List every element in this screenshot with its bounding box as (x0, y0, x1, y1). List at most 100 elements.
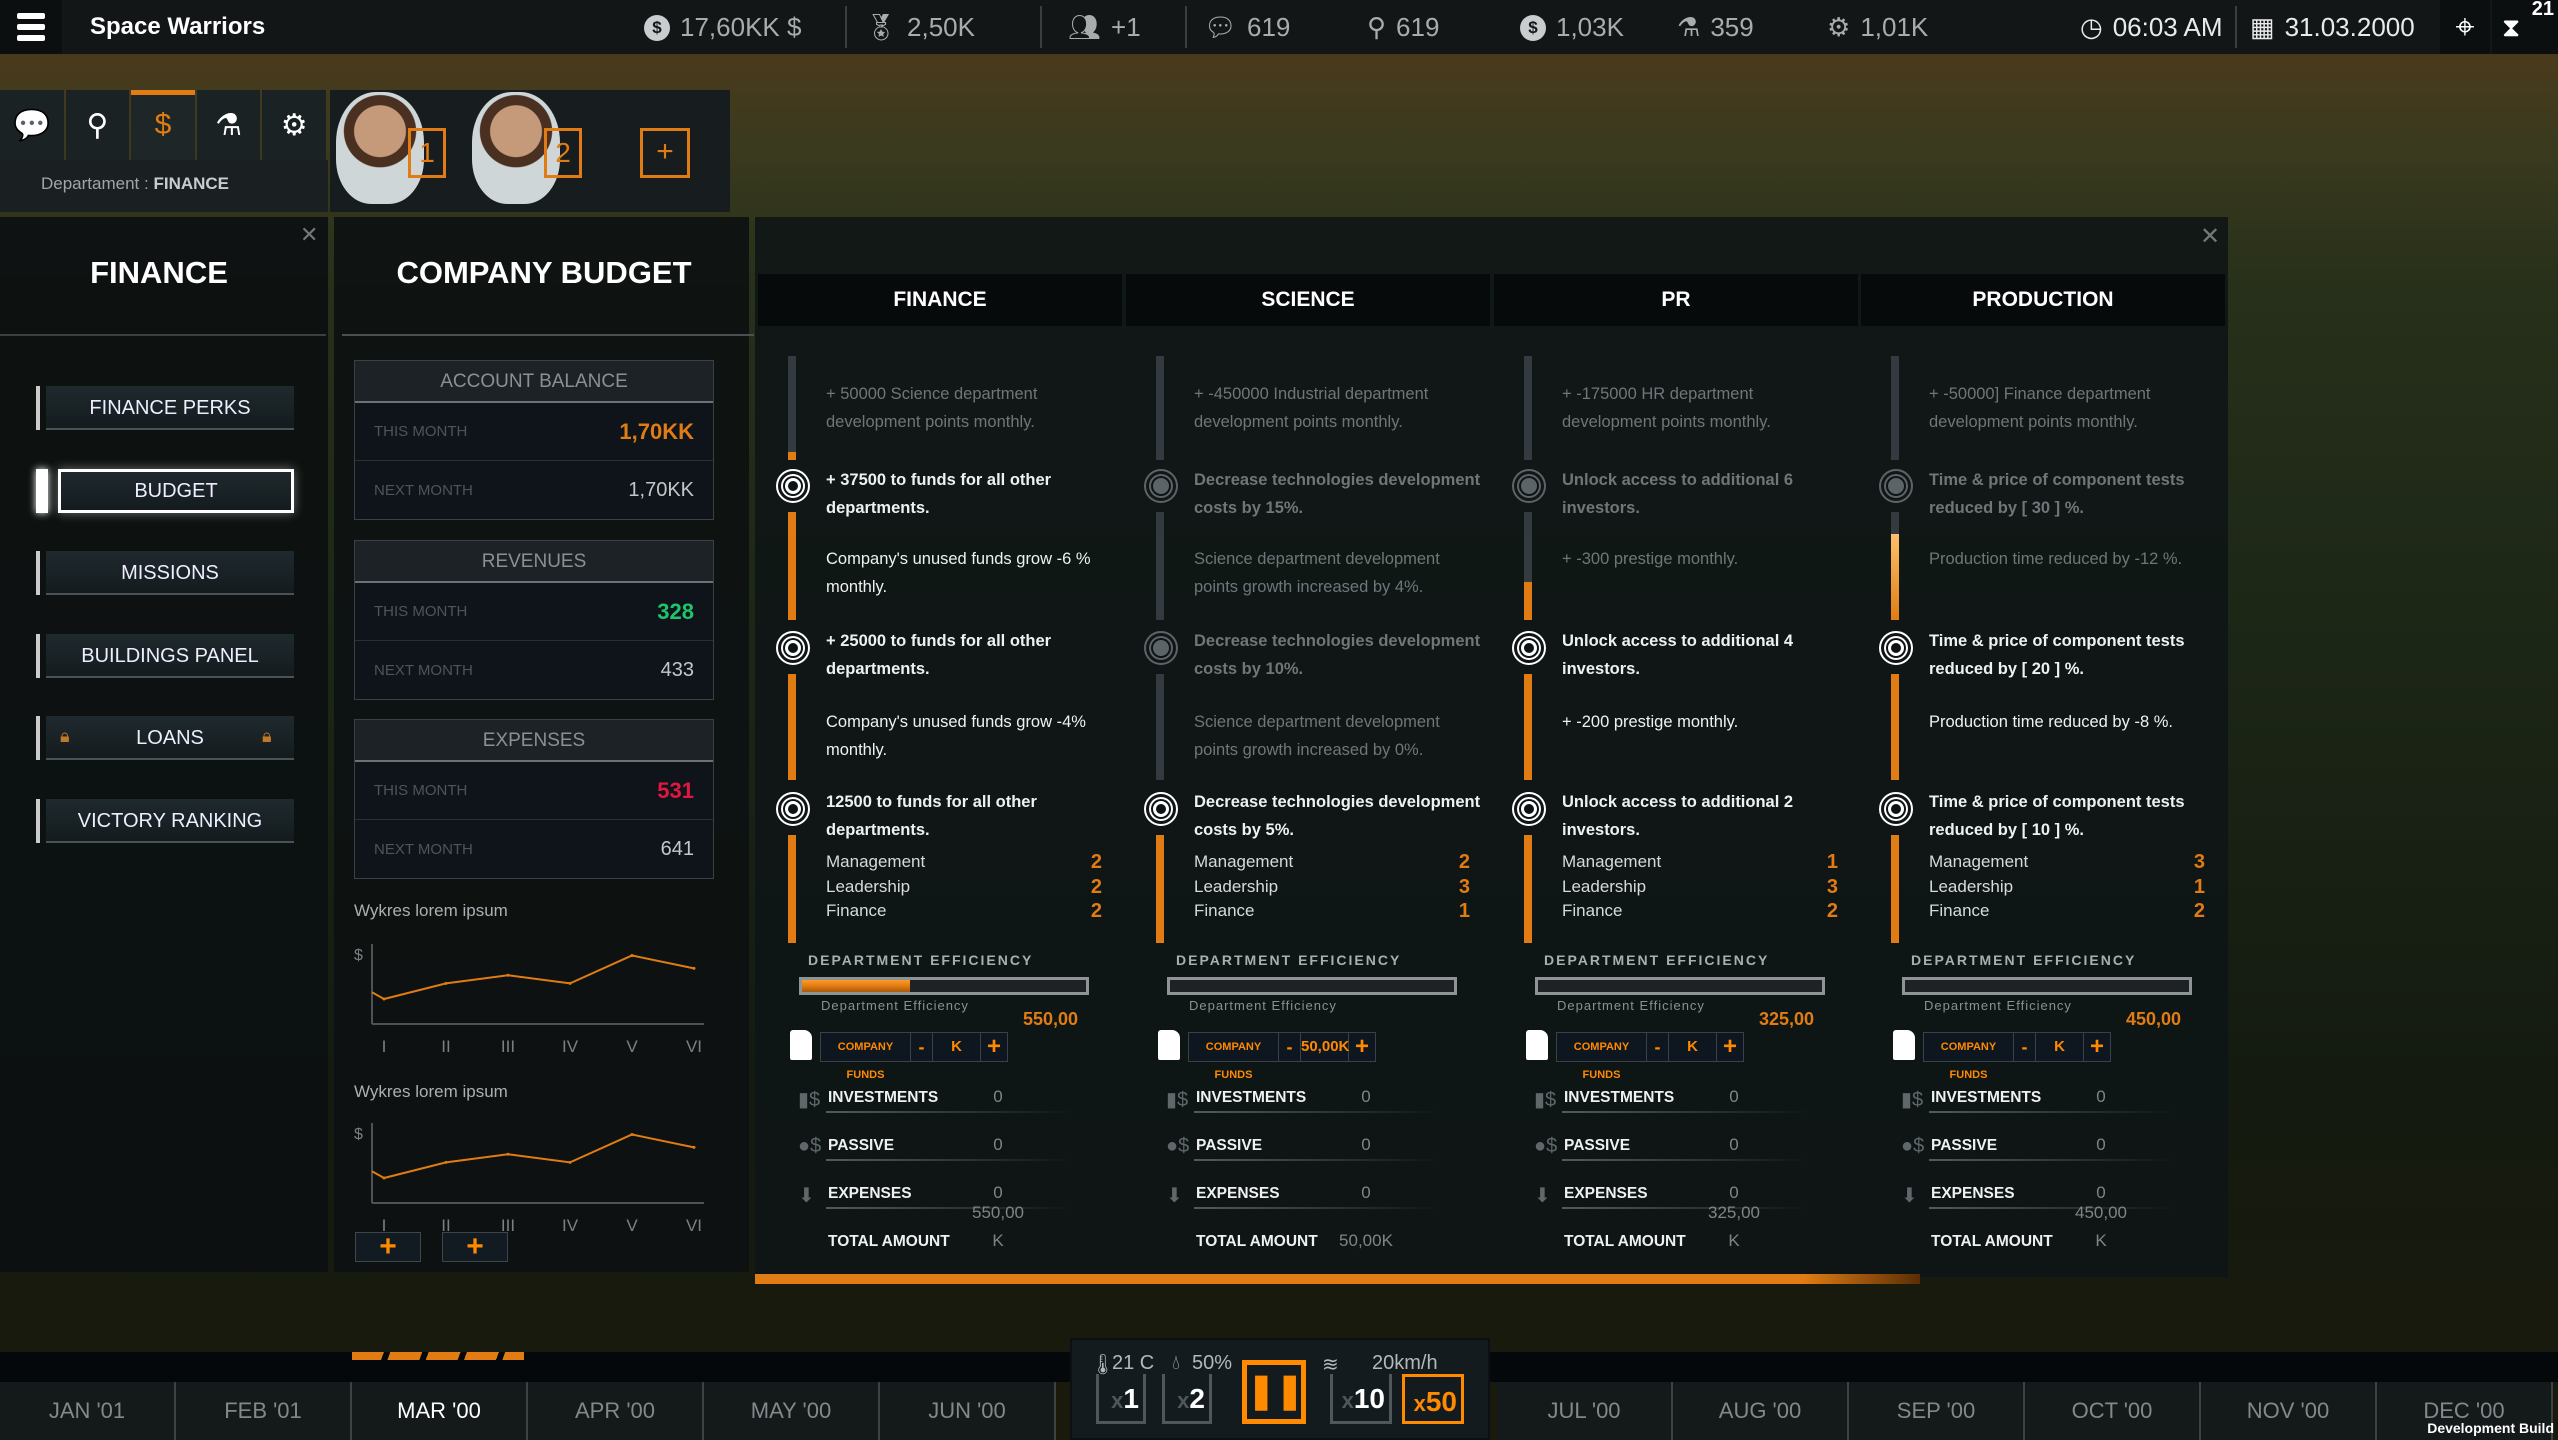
perk-node-icon[interactable] (776, 631, 810, 665)
skill-value: 1 (2193, 875, 2205, 898)
funds-input[interactable]: K (2036, 1033, 2084, 1061)
perk-node-icon[interactable] (1879, 792, 1913, 826)
skill-value: 1 (1826, 851, 1838, 873)
speed-x50-button[interactable]: x50 (1402, 1374, 1464, 1424)
funds-increase-button[interactable]: + (1349, 1033, 1375, 1061)
sidebar-item-finance-perks[interactable]: FINANCE PERKS (36, 386, 294, 430)
skill-row: Leadership 3 (1562, 875, 1838, 900)
perk-title: Unlock access to additional 4 investors. (1562, 632, 1794, 678)
sidebar-item-buildings-panel[interactable]: BUILDINGS PANEL (36, 634, 294, 678)
month-tab[interactable]: FEB '01 (176, 1382, 352, 1440)
tab-flask[interactable]: ⚗ (196, 90, 261, 160)
manager-portrait[interactable]: 1 (330, 90, 466, 212)
month-tab[interactable]: MAR '00 (352, 1382, 528, 1440)
prestige-stat[interactable]: 🏅︎ 2,50K (864, 12, 975, 43)
month-tab[interactable]: JUL '00 (1497, 1382, 1673, 1440)
notifications-button[interactable]: ⧗ 21 (2492, 0, 2558, 54)
coins-stat[interactable]: $1,03K (1520, 12, 1624, 43)
tab-gear[interactable]: ⚙ (262, 90, 326, 160)
month-tab[interactable]: JUN '00 (880, 1382, 1056, 1440)
chat-value: 619 (1247, 12, 1291, 42)
funds-decrease-button[interactable]: - (1279, 1033, 1301, 1061)
tab-location-pin[interactable]: ⚲ (65, 90, 130, 160)
funds-decrease-button[interactable]: - (911, 1033, 933, 1061)
science-stat[interactable]: ⚗ 359 (1677, 12, 1754, 43)
perk-node-icon[interactable] (1879, 631, 1913, 665)
perk-description: Company's unused funds grow -4% monthly. (826, 713, 1086, 759)
month-tab[interactable]: MAY '00 (704, 1382, 880, 1440)
funds-decrease-button[interactable]: - (1647, 1033, 1669, 1061)
perk-node-icon[interactable] (1512, 792, 1546, 826)
people-stat[interactable]: 👥︎ +1 (1068, 12, 1141, 43)
skill-row: Finance 2 (1929, 899, 2205, 924)
expenses-label: EXPENSES (828, 1185, 912, 1202)
menu-button[interactable] (0, 0, 62, 54)
production-stat[interactable]: ⚙ 1,01K (1827, 12, 1928, 43)
manager-portrait[interactable]: 2 (466, 90, 602, 212)
expenses-value: 0 (2096, 1183, 2106, 1202)
company-funds-stepper: COMPANY FUNDS - K + (820, 1032, 1008, 1081)
month-tab[interactable]: OCT '00 (2025, 1382, 2201, 1440)
pause-button[interactable]: ❚❚ (1242, 1360, 1306, 1424)
skill-row: Finance 2 (826, 899, 1102, 924)
sidebar-item-budget[interactable]: BUDGET (36, 469, 294, 513)
budget-section-revenues: REVENUES THIS MONTH 328 NEXT MONTH 433 (354, 540, 714, 700)
tab-coins[interactable]: $ (131, 90, 195, 160)
add-chart-button[interactable]: + (442, 1232, 508, 1262)
location-stat[interactable]: ⚲ 619 (1367, 12, 1439, 43)
chat-stat[interactable]: 💬︎ 619 (1204, 12, 1290, 43)
perk-node-icon[interactable] (1144, 469, 1178, 503)
sidebar-item-victory-ranking[interactable]: VICTORY RANKING (36, 799, 294, 843)
passive-label: PASSIVE (1931, 1137, 1998, 1154)
perk-node-icon[interactable] (776, 792, 810, 826)
investments-value: 0 (993, 1087, 1003, 1106)
month-tab[interactable]: APR '00 (528, 1382, 704, 1440)
skill-label: Management (1194, 852, 1294, 871)
speed-x2-button[interactable]: x2 (1162, 1374, 1212, 1424)
app-title: Space Warriors (90, 13, 266, 40)
perk-progress-segment (788, 674, 796, 780)
funds-increase-button[interactable]: + (981, 1033, 1007, 1061)
funds-increase-button[interactable]: + (2084, 1033, 2110, 1061)
add-manager-button[interactable]: + (640, 128, 690, 178)
month-tab[interactable]: NOV '00 (2201, 1382, 2377, 1440)
perk-node-icon[interactable] (1879, 469, 1913, 503)
funds-input[interactable]: K (933, 1033, 981, 1061)
flask-icon: ⚗ (1677, 12, 1701, 42)
skill-row: Management 1 (1562, 850, 1838, 875)
total-label: TOTAL AMOUNT (1196, 1233, 1318, 1250)
perk-node-icon[interactable] (1512, 469, 1546, 503)
efficiency-bar (799, 977, 1089, 995)
month-tab[interactable]: JAN '01 (0, 1382, 176, 1440)
add-chart-button[interactable]: + (355, 1232, 421, 1262)
expenses-value: 0 (993, 1183, 1003, 1202)
month-tab[interactable]: SEP '00 (1849, 1382, 2025, 1440)
skill-requirements: Management 3 Leadership 1 Finance 2 (1929, 850, 2205, 924)
department-label: Departament : FINANCE (0, 160, 328, 212)
y-axis-label: $ (354, 1126, 363, 1143)
close-icon[interactable]: ✕ (300, 222, 318, 248)
funds-input[interactable]: K (1669, 1033, 1717, 1061)
speed-x10-button[interactable]: x10 (1330, 1374, 1392, 1424)
funds-input[interactable]: 50,00K (1301, 1033, 1349, 1061)
speed-x1-button[interactable]: x1 (1096, 1374, 1146, 1424)
prestige-value: 2,50K (907, 12, 975, 42)
funds-increase-button[interactable]: + (1717, 1033, 1743, 1061)
skill-value: 1 (1458, 900, 1470, 922)
sidebar-item-missions[interactable]: MISSIONS (36, 551, 294, 595)
skill-row: Finance 2 (1562, 899, 1838, 924)
perk-node-icon[interactable] (1144, 792, 1178, 826)
skill-row: Leadership 3 (1194, 875, 1470, 900)
x-tick-label: IV (562, 1216, 579, 1235)
money-stat[interactable]: $17,60KK $ (644, 12, 801, 43)
perk-node-icon[interactable] (1144, 631, 1178, 665)
month-tab[interactable]: AUG '00 (1673, 1382, 1849, 1440)
tab-chat[interactable]: 💬 (0, 90, 64, 160)
perk-node-icon[interactable] (1512, 631, 1546, 665)
efficiency-bar (1167, 977, 1457, 995)
crosshair-icon[interactable]: ⌖ (2440, 0, 2490, 54)
perk-description: + -50000] Finance department development… (1929, 385, 2151, 431)
sidebar-item-loans[interactable]: LOANS 🔒︎ 🔒︎ (36, 716, 294, 760)
funds-decrease-button[interactable]: - (2014, 1033, 2036, 1061)
perk-node-icon[interactable] (776, 469, 810, 503)
